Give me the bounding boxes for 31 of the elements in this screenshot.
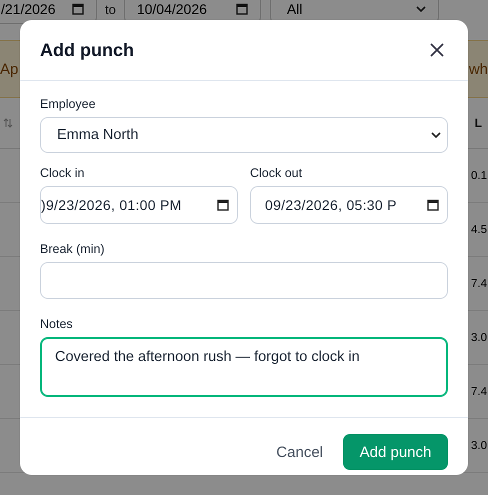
calendar-icon	[427, 199, 439, 211]
field-label: Clock in	[40, 166, 86, 180]
break-input[interactable]	[40, 262, 448, 299]
field-label: Notes	[40, 317, 74, 331]
field-label: Clock out	[250, 166, 304, 180]
dialog-title: Add punch	[40, 40, 134, 60]
table-cell: 7.4	[471, 386, 488, 398]
cancel-button[interactable]: Cancel	[276, 444, 323, 460]
banner-text: wh	[468, 60, 488, 78]
calendar-icon	[72, 3, 84, 15]
add-punch-button[interactable]: Add punch	[343, 434, 448, 470]
clock-out-field[interactable]: 09/23/2026, 05:30 P	[250, 186, 448, 224]
employee-select[interactable]: Emma North	[40, 117, 448, 153]
range-separator: to	[105, 2, 116, 16]
clock-in-field[interactable]: )9/23/2026, 01:00 PM	[40, 186, 238, 224]
calendar-icon	[236, 3, 248, 15]
column-header: L	[474, 116, 482, 130]
calendar-icon	[217, 199, 229, 211]
table-cell: 7.4	[471, 278, 488, 290]
table-cell: 4.5	[471, 224, 488, 236]
close-icon[interactable]	[430, 43, 444, 57]
sort-icon	[3, 118, 13, 128]
chevron-icon	[416, 6, 426, 12]
table-cell: 0.1	[471, 170, 488, 182]
field-label: Break (min)	[40, 242, 106, 256]
table-cell: 3.0	[471, 332, 488, 344]
chevron-icon	[431, 132, 441, 138]
field-label: Employee	[40, 97, 97, 111]
table-cell: 3.0	[471, 440, 488, 452]
banner-text: Ap	[0, 60, 18, 78]
notes-field[interactable]: Covered the afternoon rush — forgot to clock in	[40, 337, 448, 397]
